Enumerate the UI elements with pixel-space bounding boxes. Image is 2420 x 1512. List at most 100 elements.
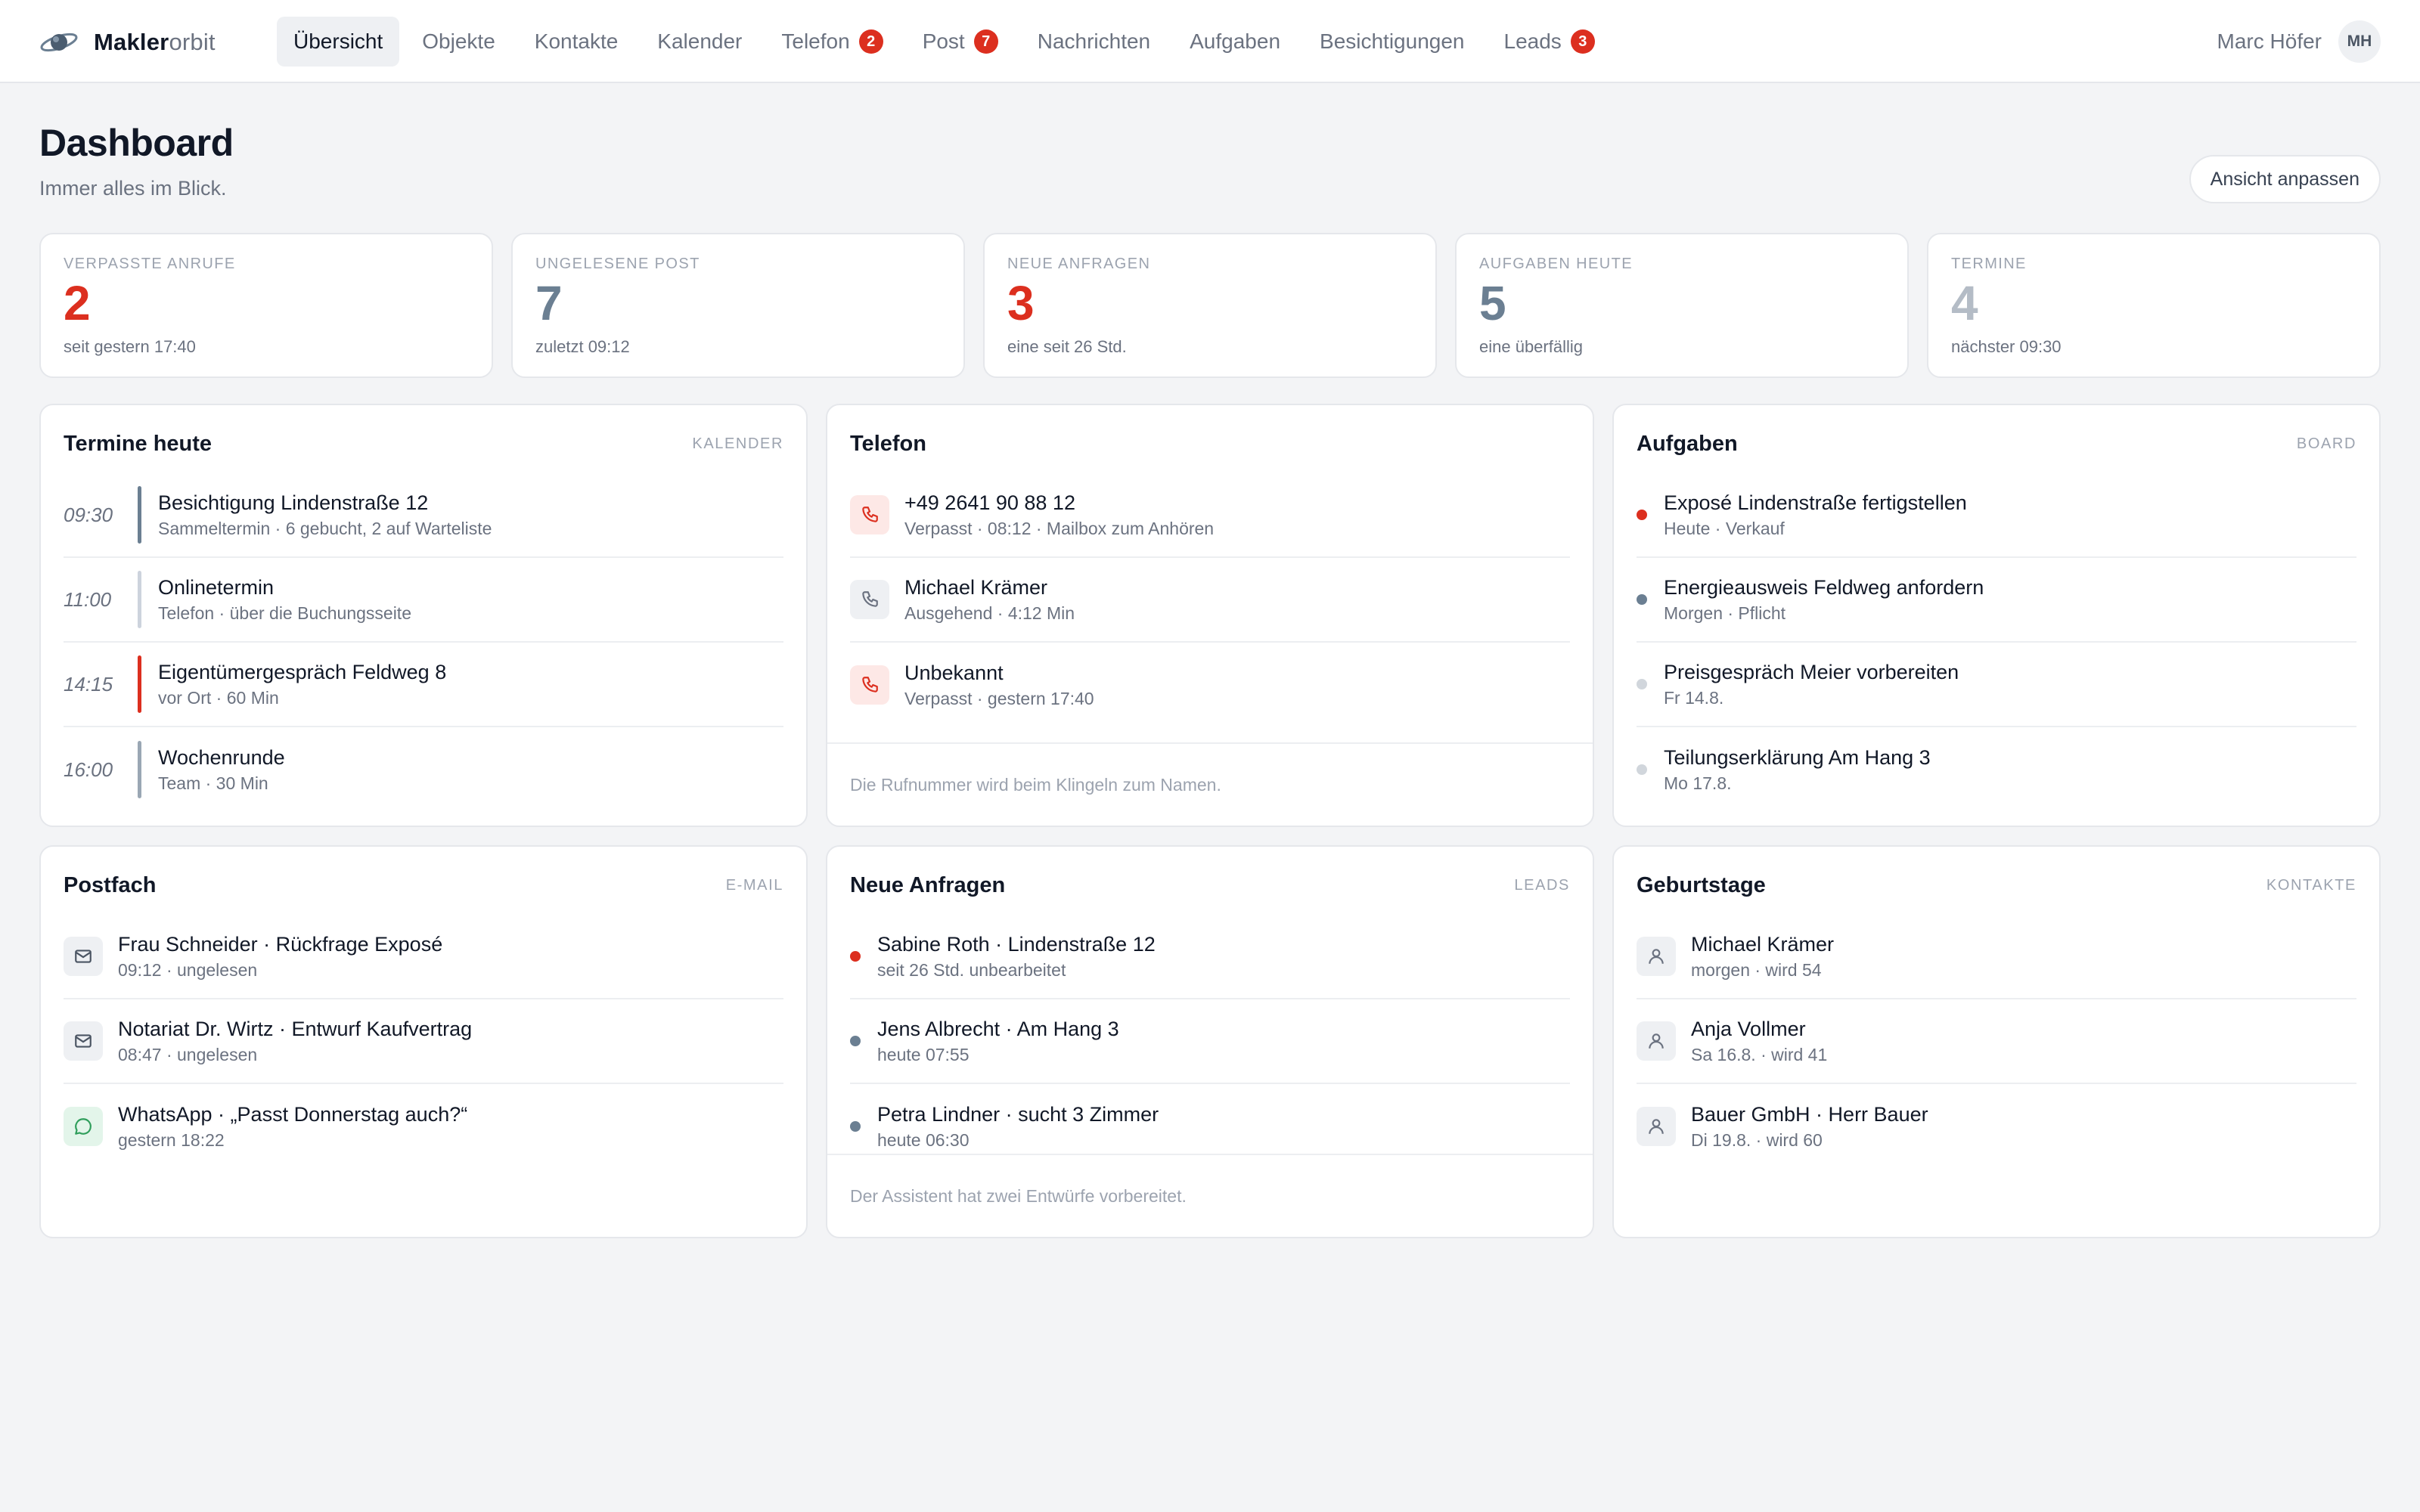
main-nav: Übersicht Objekte Kontakte Kalender Telefon 2… xyxy=(277,17,1618,67)
mail-row[interactable]: Frau Schneider · Rückfrage Exposé 09:12 ·… xyxy=(64,915,783,999)
appointment-row[interactable]: 11:00 Onlinetermin Telefon · über die Buch… xyxy=(64,558,783,643)
row-subtitle: Verpasst · 08:12 · Mailbox zum Anhören xyxy=(904,519,1215,538)
stat-card[interactable]: UNGELESENE POST 7 zuletzt 09:12 xyxy=(511,233,965,378)
row-title: Besichtigung Lindenstraße 12 xyxy=(158,491,429,514)
count-badge: 7 xyxy=(973,29,998,54)
leads-link[interactable]: LEADS xyxy=(1514,877,1570,894)
appointments-card: Termine heute KALENDER 09:30 Besichtigung… xyxy=(39,404,808,827)
brand-name: Maklerorbit xyxy=(94,29,216,55)
stat-card[interactable]: VERPASSTE ANRUFE 2 seit gestern 17:40 xyxy=(39,233,493,378)
row-subtitle: Di 19.8. · wird 60 xyxy=(1691,1130,1823,1150)
user-menu[interactable]: Marc Höfer MH xyxy=(2217,20,2381,63)
stat-subtext: seit gestern 17:40 xyxy=(64,337,196,356)
row-subtitle: Telefon · über die Buchungsseite xyxy=(158,603,411,623)
count-badge: 2 xyxy=(858,29,883,54)
call-row[interactable]: Unbekannt Verpasst · gestern 17:40 xyxy=(850,643,1570,727)
mailbox-card: Postfach E-MAIL Frau Schneider · Rückfra… xyxy=(39,845,808,1238)
row-subtitle: gestern 18:22 xyxy=(118,1130,225,1150)
brand-logo[interactable]: Maklerorbit xyxy=(39,23,216,62)
nav-item-nachrichten[interactable]: Nachrichten xyxy=(1021,17,1167,67)
card-title: Postfach xyxy=(64,872,157,897)
row-title: Frau Schneider · Rückfrage Exposé xyxy=(118,933,443,956)
mail-row[interactable]: Notariat Dr. Wirtz · Entwurf Kaufvertrag… xyxy=(64,999,783,1084)
lead-status-dot xyxy=(850,1036,861,1046)
stat-value: 5 xyxy=(1479,276,1506,330)
phone-card: Telefon +49 2641 90 88 12 Verpasst · 08:1… xyxy=(826,404,1594,827)
call-row[interactable]: +49 2641 90 88 12 Verpasst · 08:12 · Mail… xyxy=(850,473,1570,558)
board-link[interactable]: BOARD xyxy=(2297,435,2356,453)
person-icon xyxy=(1637,1021,1676,1061)
row-title: Petra Lindner · sucht 3 Zimmer xyxy=(877,1103,1159,1126)
appointment-time: 16:00 xyxy=(64,758,113,781)
appointment-time: 11:00 xyxy=(64,587,112,611)
stat-card[interactable]: NEUE ANFRAGEN 3 eine seit 26 Std. xyxy=(983,233,1437,378)
row-subtitle: heute 07:55 xyxy=(877,1045,970,1064)
top-navigation-bar: Maklerorbit Übersicht Objekte Kontakte Kale… xyxy=(0,0,2420,83)
appointment-row[interactable]: 16:00 Wochenrunde Team · 30 Min xyxy=(64,727,783,812)
appointment-color-bar xyxy=(138,655,141,713)
birthday-row[interactable]: Anja Vollmer Sa 16.8. · wird 41 xyxy=(1637,999,2356,1084)
lead-status-dot xyxy=(850,1121,861,1132)
appointment-row[interactable]: 14:15 Eigentümergespräch Feldweg 8 vor Ort… xyxy=(64,643,783,727)
card-title: Termine heute xyxy=(64,431,213,456)
task-priority-dot xyxy=(1637,679,1647,689)
appointment-time: 14:15 xyxy=(64,672,113,696)
page-subtitle: Immer alles im Blick. xyxy=(39,177,227,200)
lead-status-dot xyxy=(850,951,861,962)
row-title: Teilungserklärung Am Hang 3 xyxy=(1664,746,1931,769)
mail-icon xyxy=(64,1021,103,1061)
appointment-color-bar xyxy=(138,571,141,628)
nav-item-kalender[interactable]: Kalender xyxy=(641,17,759,67)
nav-label: Nachrichten xyxy=(1037,29,1151,53)
email-link[interactable]: E-MAIL xyxy=(726,877,783,894)
leads-footer-note: Der Assistent hat zwei Entwürfe vorberei… xyxy=(827,1154,1593,1237)
contacts-link[interactable]: KONTAKTE xyxy=(2266,877,2356,894)
birthday-row[interactable]: Bauer GmbH · Herr Bauer Di 19.8. · wird 6… xyxy=(1637,1084,2356,1169)
birthdays-card: Geburtstage KONTAKTE Michael Krämer morge… xyxy=(1612,845,2381,1238)
phone-missed-icon xyxy=(850,495,889,534)
mail-icon xyxy=(64,937,103,976)
nav-label: Objekte xyxy=(422,29,495,53)
row-subtitle: seit 26 Std. unbearbeitet xyxy=(877,960,1066,980)
task-priority-dot xyxy=(1637,594,1647,605)
row-subtitle: Morgen · Pflicht xyxy=(1664,603,1786,623)
nav-item-telefon[interactable]: Telefon 2 xyxy=(765,17,899,67)
stat-card[interactable]: TERMINE 4 nächster 09:30 xyxy=(1927,233,2381,378)
nav-item-aufgaben[interactable]: Aufgaben xyxy=(1173,17,1297,67)
row-subtitle: 09:12 · ungelesen xyxy=(118,960,258,980)
person-icon xyxy=(1637,1107,1676,1146)
row-title: Wochenrunde xyxy=(158,746,285,769)
lead-row[interactable]: Jens Albrecht · Am Hang 3 heute 07:55 xyxy=(850,999,1570,1084)
appointment-row[interactable]: 09:30 Besichtigung Lindenstraße 12 Sammelt… xyxy=(64,473,783,558)
task-row[interactable]: Preisgespräch Meier vorbereiten Fr 14.8. xyxy=(1637,643,2356,727)
stat-card[interactable]: AUFGABEN HEUTE 5 eine überfällig xyxy=(1455,233,1909,378)
row-subtitle: 08:47 · ungelesen xyxy=(118,1045,258,1064)
row-title: Preisgespräch Meier vorbereiten xyxy=(1664,661,1959,683)
task-row[interactable]: Exposé Lindenstraße fertigstellen Heute ·… xyxy=(1637,473,2356,558)
card-title: Aufgaben xyxy=(1637,431,1738,456)
stat-subtext: eine seit 26 Std. xyxy=(1007,337,1127,356)
nav-item-post[interactable]: Post 7 xyxy=(906,17,1015,67)
nav-item-uebersicht[interactable]: Übersicht xyxy=(277,17,400,67)
calendar-link[interactable]: KALENDER xyxy=(692,435,783,453)
avatar[interactable]: MH xyxy=(2338,20,2381,63)
row-subtitle: Sammeltermin · 6 gebucht, 2 auf Wartelis… xyxy=(158,519,492,538)
birthday-row[interactable]: Michael Krämer morgen · wird 54 xyxy=(1637,915,2356,999)
row-subtitle: vor Ort · 60 Min xyxy=(158,688,279,708)
mail-row[interactable]: WhatsApp · „Passt Donnerstag auch?“ geste… xyxy=(64,1084,783,1169)
appointment-time: 09:30 xyxy=(64,503,113,526)
lead-row[interactable]: Sabine Roth · Lindenstraße 12 seit 26 Std… xyxy=(850,915,1570,999)
nav-item-besichtigungen[interactable]: Besichtigungen xyxy=(1303,17,1481,67)
leads-card: Neue Anfragen LEADS Sabine Roth · Linden… xyxy=(826,845,1594,1238)
card-title: Geburtstage xyxy=(1637,872,1766,897)
nav-label: Übersicht xyxy=(293,29,383,53)
nav-item-objekte[interactable]: Objekte xyxy=(405,17,512,67)
nav-item-kontakte[interactable]: Kontakte xyxy=(518,17,635,67)
row-title: Anja Vollmer xyxy=(1691,1018,1806,1040)
task-row[interactable]: Energieausweis Feldweg anfordern Morgen ·… xyxy=(1637,558,2356,643)
call-row[interactable]: Michael Krämer Ausgehend · 4:12 Min xyxy=(850,558,1570,643)
stat-label: AUFGABEN HEUTE xyxy=(1479,256,1633,272)
task-row[interactable]: Teilungserklärung Am Hang 3 Mo 17.8. xyxy=(1637,727,2356,812)
nav-item-leads[interactable]: Leads 3 xyxy=(1488,17,1612,67)
customize-view-button[interactable]: Ansicht anpassen xyxy=(2189,155,2381,203)
